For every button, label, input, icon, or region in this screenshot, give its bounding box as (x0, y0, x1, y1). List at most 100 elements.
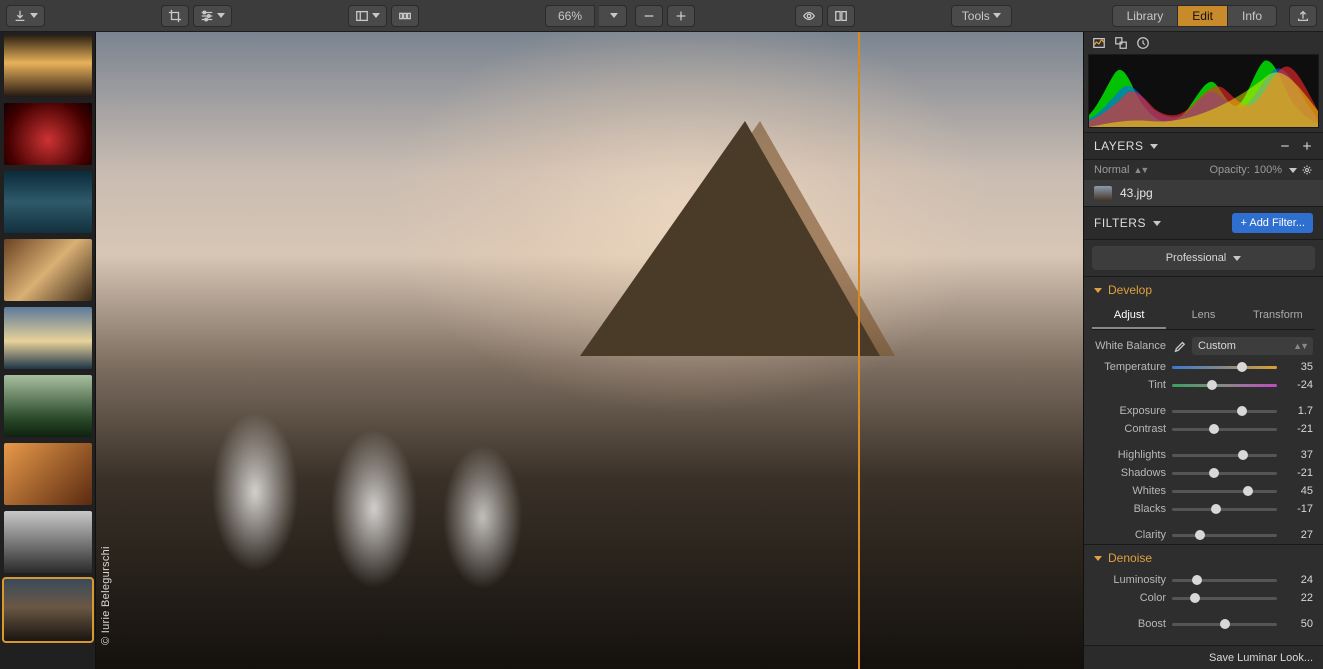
slider-whites: Whites 45 (1084, 482, 1323, 500)
layer-name: 43.jpg (1120, 186, 1153, 200)
chevron-down-icon (217, 13, 225, 18)
zoom-in-button[interactable] (667, 5, 695, 27)
image-canvas[interactable]: © Iurie Belegurschi (96, 32, 1083, 669)
compare-divider[interactable] (858, 32, 860, 669)
slider-label: Clarity (1094, 529, 1166, 541)
slider-track[interactable] (1172, 366, 1277, 369)
slider-track[interactable] (1172, 623, 1277, 626)
thumbnail[interactable] (4, 35, 92, 97)
gear-icon[interactable] (1301, 164, 1313, 176)
slider-label: Shadows (1094, 467, 1166, 479)
layer-item[interactable]: 43.jpg (1084, 180, 1323, 206)
opacity-value[interactable]: 100% (1254, 164, 1282, 176)
zoom-value[interactable]: 66% (545, 5, 595, 27)
thumbnail[interactable] (4, 375, 92, 437)
thumbnail[interactable] (4, 171, 92, 233)
slider-value: 45 (1283, 485, 1313, 497)
preview-button[interactable] (795, 5, 823, 27)
panel-left-button[interactable] (348, 5, 387, 27)
slider-shadows: Shadows -21 (1084, 464, 1323, 482)
slider-value: -17 (1283, 503, 1313, 515)
thumbnail[interactable] (4, 103, 92, 165)
filters-section-header[interactable]: FILTERS + Add Filter... (1084, 206, 1323, 240)
histogram[interactable] (1088, 54, 1319, 128)
slider-track[interactable] (1172, 534, 1277, 537)
layers-section-header[interactable]: LAYERS (1084, 132, 1323, 160)
chevron-down-icon (993, 13, 1001, 18)
share-button[interactable] (1289, 5, 1317, 27)
slider-clarity: Clarity 27 (1084, 526, 1323, 544)
tab-library[interactable]: Library (1112, 5, 1179, 27)
slider-track[interactable] (1172, 508, 1277, 511)
tools-label: Tools (962, 9, 990, 23)
triangle-down-icon (1094, 288, 1102, 293)
denoise-group-header[interactable]: Denoise (1084, 544, 1323, 571)
slider-track[interactable] (1172, 490, 1277, 493)
adjustments-button[interactable] (193, 5, 232, 27)
tab-info[interactable]: Info (1228, 5, 1277, 27)
slider-value: 24 (1283, 574, 1313, 586)
thumbnail[interactable] (4, 443, 92, 505)
subtab-adjust[interactable]: Adjust (1092, 303, 1166, 329)
slider-label: Luminosity (1094, 574, 1166, 586)
eyedropper-icon[interactable] (1172, 339, 1186, 353)
opacity-label: Opacity: (1210, 164, 1250, 176)
slider-track[interactable] (1172, 428, 1277, 431)
layers-title: LAYERS (1094, 139, 1143, 153)
tools-menu[interactable]: Tools (951, 5, 1012, 27)
preset-dropdown[interactable]: Professional (1092, 246, 1315, 270)
import-button[interactable] (6, 5, 45, 27)
blend-mode-dropdown[interactable]: Normal (1094, 164, 1129, 176)
thumbnail[interactable] (4, 307, 92, 369)
clipping-icon[interactable] (1114, 36, 1128, 50)
white-balance-value: Custom (1198, 340, 1236, 352)
slider-color: Color 22 (1084, 589, 1323, 607)
slider-label: Contrast (1094, 423, 1166, 435)
subtab-transform[interactable]: Transform (1241, 303, 1315, 329)
chevron-down-icon (1150, 144, 1158, 149)
slider-label: Exposure (1094, 405, 1166, 417)
top-toolbar: 66% Tools Library Edit Info (0, 0, 1323, 32)
chevron-down-icon (1233, 256, 1241, 261)
thumbnail[interactable] (4, 239, 92, 301)
preset-name: Professional (1166, 252, 1227, 264)
zoom-out-button[interactable] (635, 5, 663, 27)
thumbnail-strip (0, 32, 96, 669)
thumbnail-selected[interactable] (4, 579, 92, 641)
slider-tint: Tint -24 (1084, 376, 1323, 394)
add-layer-icon[interactable] (1301, 140, 1313, 152)
white-balance-dropdown[interactable]: Custom ▲▼ (1192, 337, 1313, 355)
history-icon[interactable] (1136, 36, 1150, 50)
slider-value: -24 (1283, 379, 1313, 391)
right-panel: LAYERS Normal ▲▼ Opacity: 100% 43.jpg (1083, 32, 1323, 669)
filters-title: FILTERS (1094, 216, 1146, 230)
chevron-down-icon (610, 13, 618, 18)
develop-group-header[interactable]: Develop (1084, 276, 1323, 303)
slider-label: Blacks (1094, 503, 1166, 515)
slider-value: 37 (1283, 449, 1313, 461)
remove-layer-icon[interactable] (1279, 140, 1291, 152)
filters-scroll[interactable]: Professional Develop Adjust Lens Transfo… (1084, 240, 1323, 645)
slider-track[interactable] (1172, 579, 1277, 582)
add-filter-button[interactable]: + Add Filter... (1232, 213, 1313, 233)
compare-button[interactable] (827, 5, 855, 27)
slider-track[interactable] (1172, 384, 1277, 387)
slider-track[interactable] (1172, 597, 1277, 600)
slider-track[interactable] (1172, 454, 1277, 457)
layer-meta: Normal ▲▼ Opacity: 100% (1084, 160, 1323, 180)
chevron-down-icon (1153, 221, 1161, 226)
slider-label: Tint (1094, 379, 1166, 391)
filmstrip-button[interactable] (391, 5, 419, 27)
slider-track[interactable] (1172, 472, 1277, 475)
crop-button[interactable] (161, 5, 189, 27)
thumbnail[interactable] (4, 511, 92, 573)
subtab-lens[interactable]: Lens (1166, 303, 1240, 329)
histogram-mode-icon[interactable] (1092, 36, 1106, 50)
slider-highlights: Highlights 37 (1084, 446, 1323, 464)
tab-edit[interactable]: Edit (1178, 5, 1228, 27)
slider-label: Temperature (1094, 361, 1166, 373)
save-look-button[interactable]: Save Luminar Look... (1084, 645, 1323, 669)
slider-track[interactable] (1172, 410, 1277, 413)
zoom-dropdown[interactable] (599, 5, 627, 27)
layer-thumbnail-icon (1094, 186, 1112, 200)
